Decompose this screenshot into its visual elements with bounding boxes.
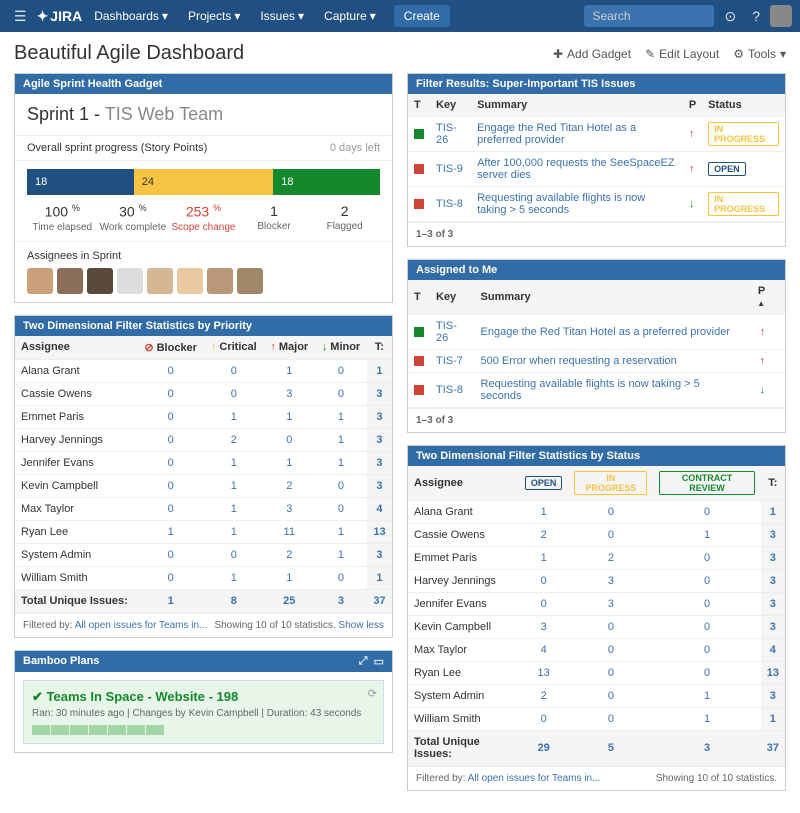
nav-projects[interactable]: Projects ▾ [180, 5, 248, 27]
table-row: Kevin Campbell3003 [408, 616, 785, 639]
table-row: Jennifer Evans01113 [15, 451, 392, 474]
add-gadget-button[interactable]: ✚ Add Gadget [553, 47, 631, 61]
table-row: William Smith01101 [15, 566, 392, 589]
filter-results-gadget: Filter Results: Super-Important TIS Issu… [407, 73, 786, 247]
issue-row[interactable]: TIS-8Requesting available flights is now… [408, 373, 785, 408]
minimize-icon[interactable]: ▭ [374, 655, 384, 668]
days-left: 0 days left [330, 142, 380, 154]
sprint-health-gadget: Agile Sprint Health Gadget Sprint 1 - TI… [14, 73, 393, 303]
bar-yellow: 24 [134, 169, 274, 195]
filter-results-table: TKeySummaryPStatusTIS-26Engage the Red T… [408, 94, 785, 222]
status-stats-table: AssigneeOPENIN PROGRESSCONTRACT REVIEWT:… [408, 466, 785, 766]
bug-icon [414, 164, 424, 174]
table-row: Alana Grant00101 [15, 359, 392, 382]
table-row: System Admin2013 [408, 685, 785, 708]
bug-icon [414, 199, 424, 209]
status-stats-gadget: Two Dimensional Filter Statistics by Sta… [407, 445, 786, 791]
table-row: Max Taylor4004 [408, 639, 785, 662]
search-input[interactable] [584, 5, 714, 27]
page-title: Beautiful Agile Dashboard [14, 42, 244, 65]
table-row: Harvey Jennings02013 [15, 428, 392, 451]
table-row: Jennifer Evans0303 [408, 593, 785, 616]
priority-stats-gadget: Two Dimensional Filter Statistics by Pri… [14, 315, 393, 638]
refresh-icon[interactable]: ⟳ [368, 687, 377, 700]
menu-icon[interactable]: ☰ [8, 8, 33, 25]
nav-issues[interactable]: Issues ▾ [252, 5, 312, 27]
user-avatar[interactable] [770, 5, 792, 27]
notifications-icon[interactable]: ⊙ [718, 8, 742, 25]
assignees-label: Assignees in Sprint [27, 250, 380, 262]
progress-bar: 18 24 18 [27, 169, 380, 195]
bar-blue: 18 [27, 169, 134, 195]
issue-row[interactable]: TIS-26Engage the Red Titan Hotel as a pr… [408, 117, 785, 152]
table-row: Kevin Campbell01203 [15, 474, 392, 497]
table-row: Ryan Lee130013 [408, 662, 785, 685]
filter-link[interactable]: All open issues for Teams in... [75, 620, 208, 631]
tools-menu[interactable]: ⚙ Tools ▾ [733, 47, 786, 61]
gadget-header: Agile Sprint Health Gadget [15, 74, 392, 94]
table-row: William Smith0011 [408, 708, 785, 731]
edit-layout-button[interactable]: ✎ Edit Layout [645, 47, 719, 61]
table-row: System Admin00213 [15, 543, 392, 566]
issue-row[interactable]: TIS-8Requesting available flights is now… [408, 187, 785, 222]
story-icon [414, 327, 424, 337]
issue-row[interactable]: TIS-7500 Error when requesting a reserva… [408, 350, 785, 373]
table-row: Cassie Owens2013 [408, 524, 785, 547]
table-row: Max Taylor01304 [15, 497, 392, 520]
nav-capture[interactable]: Capture ▾ [316, 5, 384, 27]
table-row: Emmet Paris1203 [408, 547, 785, 570]
show-less-link[interactable]: Show less [338, 620, 384, 631]
move-icon[interactable]: ⤢ [359, 655, 368, 668]
assigned-to-me-gadget: Assigned to Me TKeySummaryP ▲TIS-26Engag… [407, 259, 786, 433]
table-row: Emmet Paris01113 [15, 405, 392, 428]
table-row: Cassie Owens00303 [15, 382, 392, 405]
story-icon [414, 129, 424, 139]
filter-link[interactable]: All open issues for Teams in... [468, 773, 601, 784]
jira-logo[interactable]: ✦ JIRA [37, 8, 83, 25]
bamboo-gadget: Bamboo Plans ⤢▭ ⟳ ✔ Teams In Space - Web… [14, 650, 393, 753]
issue-row[interactable]: TIS-9After 100,000 requests the SeeSpace… [408, 152, 785, 187]
sprint-metrics: 100 %Time elapsed30 %Work complete253 %S… [15, 195, 392, 241]
bamboo-plan[interactable]: ⟳ ✔ Teams In Space - Website - 198 Ran: … [23, 680, 384, 744]
progress-label: Overall sprint progress (Story Points) [27, 142, 207, 154]
bug-icon [414, 356, 424, 366]
table-row: Alana Grant1001 [408, 501, 785, 524]
assigned-to-me-table: TKeySummaryP ▲TIS-26Engage the Red Titan… [408, 280, 785, 408]
table-row: Ryan Lee1111113 [15, 520, 392, 543]
bar-green: 18 [273, 169, 380, 195]
assignee-avatars [27, 268, 380, 294]
page-header: Beautiful Agile Dashboard ✚ Add Gadget ✎… [14, 42, 786, 65]
issue-row[interactable]: TIS-26Engage the Red Titan Hotel as a pr… [408, 315, 785, 350]
sprint-title: Sprint 1 - TIS Web Team [15, 94, 392, 135]
nav-dashboards[interactable]: Dashboards ▾ [86, 5, 176, 27]
bug-icon [414, 385, 424, 395]
table-row: Harvey Jennings0303 [408, 570, 785, 593]
top-nav: ☰ ✦ JIRA Dashboards ▾ Projects ▾ Issues … [0, 0, 800, 32]
help-icon[interactable]: ? [746, 8, 766, 24]
priority-stats-table: Assignee⊘ Blocker↑ Critical↑ Major↓ Mino… [15, 336, 392, 613]
create-button[interactable]: Create [394, 5, 450, 27]
